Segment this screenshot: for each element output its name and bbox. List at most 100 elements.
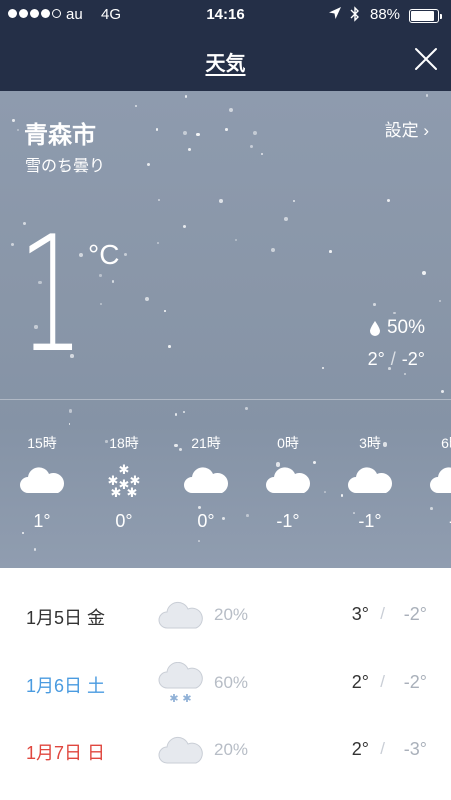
hourly-forecast[interactable]: 15時 1° 18時 ✱ ✱ ✱ ✱ ✱ ✱ 0° 21時 0° 0時 -1° 3時 — [0, 433, 451, 553]
snowflake — [99, 302, 102, 305]
hour-label: 6時 — [441, 435, 451, 451]
day-label: 1月6日 土 — [26, 676, 106, 696]
high-low-separator: / — [390, 349, 396, 369]
day-low: -3° — [403, 739, 427, 759]
cloud-icon — [430, 467, 451, 493]
hourly-item: 18時 ✱ ✱ ✱ ✱ ✱ ✱ 0° — [94, 433, 154, 532]
snowflake — [373, 302, 376, 306]
hour-label: 21時 — [191, 435, 221, 451]
battery-icon — [409, 9, 442, 23]
snowflake — [135, 104, 138, 107]
hour-temperature: -1° — [276, 511, 300, 531]
snowflake — [12, 119, 15, 122]
snowflake — [156, 241, 160, 245]
snowflake — [244, 406, 248, 410]
raindrop-icon — [369, 321, 380, 336]
hour-temperature: - — [422, 511, 451, 532]
day-label: 1月5日 金 — [26, 608, 106, 628]
snowflake — [10, 243, 14, 247]
snow-icon: ✱✱ ✱✱ ✱✱ — [108, 463, 141, 499]
snowflake — [68, 423, 71, 425]
hour-temperature: 0° — [197, 511, 215, 531]
snowflake — [155, 128, 159, 131]
snowflake — [228, 107, 234, 112]
cloud-icon — [20, 467, 65, 493]
snowflake — [144, 296, 149, 302]
hour-label: 18時 — [109, 435, 139, 451]
snowflake — [218, 199, 223, 203]
hourly-item: 21時 0° — [176, 433, 236, 532]
daily-row: 1月7日 日 20% 2° / -3° — [0, 725, 451, 775]
location-arrow-icon — [328, 6, 342, 24]
day-precipitation: 20% — [214, 605, 249, 624]
hour-label: 0時 — [277, 435, 299, 451]
header: au 4G 14:16 88% 天気 — [0, 0, 451, 91]
city-name: 青森市 — [24, 122, 96, 149]
day-separator: / — [380, 604, 385, 623]
snowflake — [438, 300, 441, 303]
svg-text:✱: ✱ — [119, 463, 130, 478]
day-precipitation: 60% — [214, 673, 249, 692]
daily-row: 1月6日 土 ✱ ✱ 60% 2° / -2° — [0, 658, 451, 708]
snowflake — [184, 94, 188, 98]
snowflake — [111, 279, 115, 283]
cloud-icon — [184, 467, 229, 493]
low-temperature: -2° — [401, 349, 425, 369]
snowflake — [187, 147, 191, 151]
snowflake — [68, 409, 73, 413]
cloud-snow-icon: ✱ ✱ — [158, 662, 203, 704]
snowflake — [182, 224, 187, 228]
svg-text:✱: ✱ — [169, 692, 178, 704]
bluetooth-icon — [350, 6, 360, 26]
hour-temperature: 0° — [115, 511, 133, 531]
divider — [0, 399, 451, 400]
day-separator: / — [380, 739, 385, 758]
day-low: -2° — [403, 604, 427, 624]
snowflake — [440, 389, 444, 393]
hour-label: 3時 — [359, 435, 381, 451]
svg-text:✱: ✱ — [182, 692, 191, 704]
cloud-icon — [158, 601, 203, 629]
page-title: 天気 — [205, 53, 246, 75]
snowflake — [183, 131, 188, 136]
precipitation-chance: 50% — [369, 317, 425, 339]
battery-percentage: 88% — [370, 6, 401, 23]
hourly-item: 6時 - — [422, 433, 451, 532]
weather-condition: 雪のち曇り — [25, 158, 106, 175]
day-separator: / — [380, 672, 385, 691]
current-temperature: 1 — [18, 201, 85, 388]
hourly-item: 3時 -1° — [340, 433, 400, 532]
snowflake — [292, 200, 295, 203]
day-high: 3° — [351, 604, 369, 624]
snowflake — [16, 129, 19, 132]
snowflake — [225, 127, 229, 131]
day-low: -2° — [403, 672, 427, 692]
snowflake — [147, 163, 151, 167]
snowflake — [421, 270, 426, 275]
snowflake — [196, 133, 200, 137]
cloud-icon — [266, 467, 311, 493]
snowflake — [167, 344, 171, 348]
hour-temperature: -1° — [358, 511, 382, 531]
high-temperature: 2° — [367, 349, 385, 369]
snowflake — [249, 145, 253, 149]
daily-forecast-list[interactable]: 1月5日 金 20% 3° / -2° 1月6日 土 ✱ ✱ 60% 2° / -… — [0, 568, 451, 800]
snowflake — [260, 152, 263, 156]
snowflake — [175, 413, 178, 416]
close-icon[interactable] — [413, 46, 439, 72]
high-low-temperature: 2° / -2° — [368, 349, 425, 370]
snowflake — [393, 312, 396, 315]
cloud-icon — [158, 736, 203, 764]
snowflake — [403, 372, 407, 376]
hour-temperature: 1° — [33, 511, 51, 531]
hour-label: 15時 — [27, 435, 57, 451]
settings-link[interactable]: 設定 › — [385, 116, 429, 141]
precipitation-value: 50% — [386, 317, 425, 338]
temperature-unit: °C — [88, 239, 120, 270]
snowflake — [284, 216, 289, 221]
current-weather-panel: 青森市 雪のち曇り 設定 › 1 °C 50% 2° / -2° 15時 1° 18… — [0, 91, 451, 568]
snowflake — [328, 249, 332, 253]
snowflake — [164, 310, 166, 313]
cloud-icon — [348, 467, 393, 493]
day-precipitation: 20% — [214, 740, 249, 759]
